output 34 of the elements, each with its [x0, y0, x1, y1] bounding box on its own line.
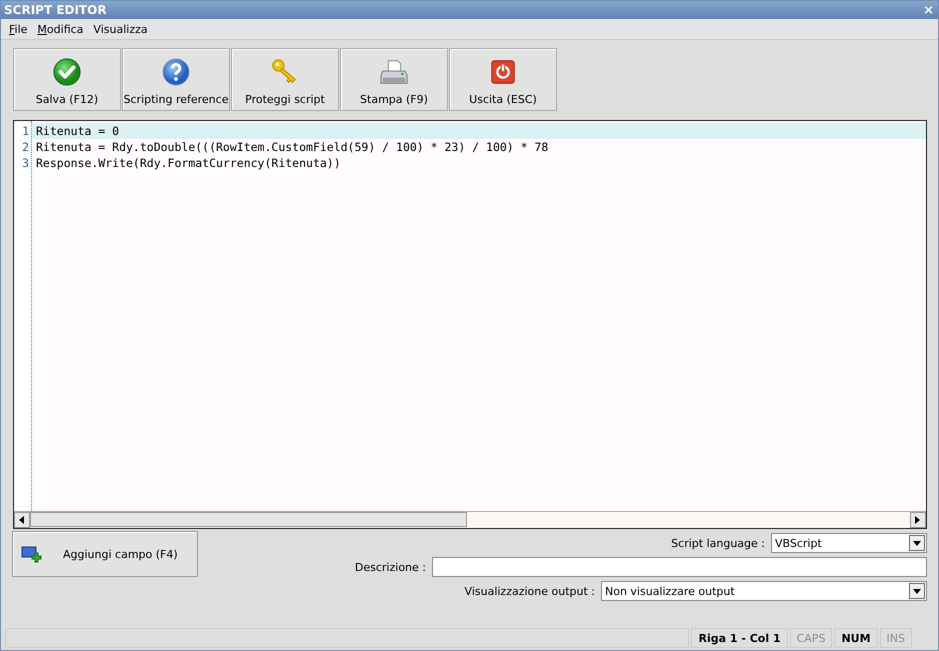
add-field-icon	[21, 545, 43, 563]
add-field-button[interactable]: Aggiungi campo (F4)	[12, 531, 198, 577]
right-arrow-icon[interactable]	[915, 516, 921, 524]
help-icon	[161, 57, 191, 87]
toolbar-button[interactable]: Stampa (F9)	[340, 48, 448, 111]
code-line: Ritenuta = Rdy.toDouble(((RowItem.CustomField(59) / 100) * 23) / 100) * 78	[35, 139, 550, 155]
line-number: 3	[22, 155, 30, 171]
toolbar-button[interactable]: Scripting reference	[122, 48, 230, 111]
caret-icon[interactable]	[913, 540, 921, 546]
field-label: Descrizione :	[354, 560, 426, 574]
status-panel: NUM	[834, 628, 878, 648]
input-field[interactable]	[432, 557, 927, 577]
caret-icon[interactable]	[913, 588, 921, 594]
line-number: 2	[22, 139, 30, 155]
toolbar-button[interactable]: Proteggi script	[231, 48, 339, 111]
window-title: SCRIPT EDITOR	[4, 3, 107, 17]
toolbar-button[interactable]: Uscita (ESC)	[449, 48, 557, 111]
menu-item[interactable]: File	[9, 23, 28, 36]
dropdown[interactable]: VBScript	[771, 533, 927, 553]
line-number: 1	[22, 123, 30, 139]
menu-item[interactable]: Modifica	[37, 23, 84, 36]
dropdown[interactable]: Non visualizzare output	[601, 581, 927, 601]
field-label: Script language :	[671, 536, 765, 550]
check-icon	[52, 57, 82, 87]
code-editor[interactable]: 1 2 3 Ritenuta = 0 Ritenuta = Rdy.toDouble(((RowItem.CustomField(59) / 100) * 23) / 100) * 78 Response.Write(Rdy.FormatCurrency(Ritenuta))	[13, 120, 927, 529]
horizontal-scrollbar[interactable]	[14, 511, 926, 528]
status-panel: CAPS	[790, 628, 832, 648]
code-line: Response.Write(Rdy.FormatCurrency(Ritenuta))	[35, 155, 342, 171]
left-arrow-icon[interactable]	[19, 516, 25, 524]
status-panel: INS	[880, 628, 912, 648]
menu-item[interactable]: Visualizza	[93, 23, 148, 36]
toolbar-button[interactable]: Salva (F12)	[13, 48, 121, 111]
field-label: Visualizzazione output :	[464, 584, 595, 598]
status-panel: Riga 1 - Col 1	[691, 628, 788, 648]
